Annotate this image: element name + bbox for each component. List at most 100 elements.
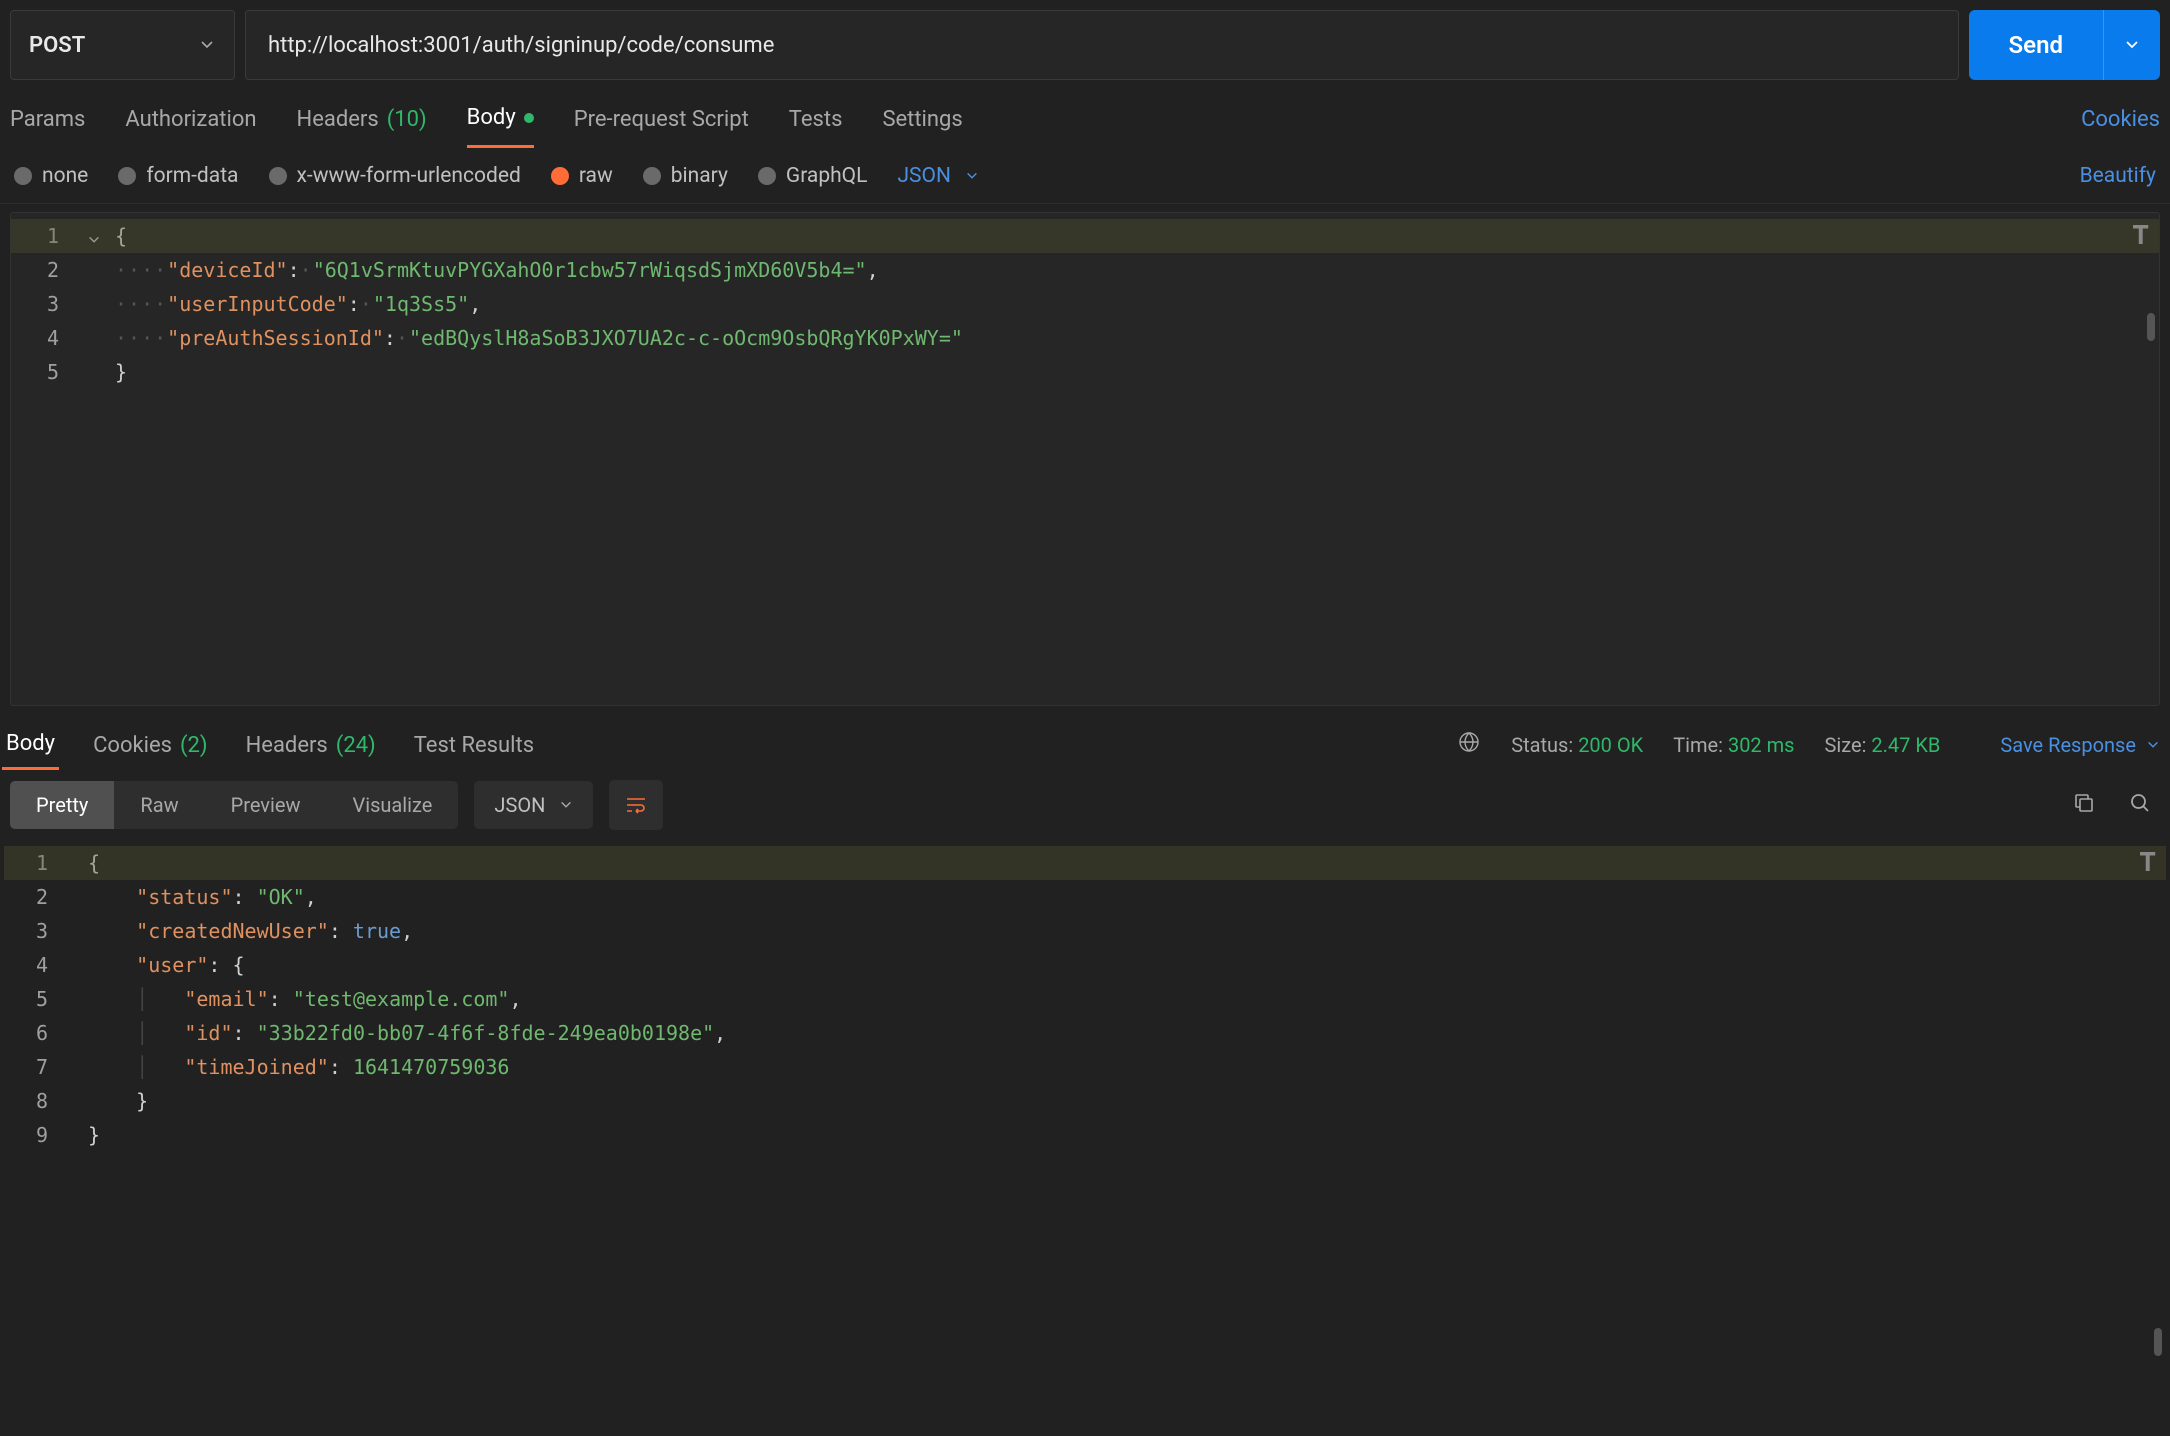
globe-icon[interactable] — [1457, 730, 1481, 760]
line-gutter: 1 2 3 4 5 — [11, 213, 73, 705]
line-number: 1 — [4, 846, 48, 880]
view-mode-pretty-label: Pretty — [36, 793, 88, 817]
tab-authorization-label: Authorization — [125, 107, 256, 132]
beautify-button[interactable]: Beautify — [2080, 164, 2156, 188]
fold-toggle-icon[interactable] — [87, 223, 101, 257]
line-number: 9 — [4, 1118, 48, 1152]
search-button[interactable] — [2120, 783, 2160, 827]
radio-icon — [758, 167, 776, 185]
body-format-select[interactable]: JSON — [897, 164, 978, 188]
body-type-graphql-label: GraphQL — [786, 164, 868, 188]
url-value: http://localhost:3001/auth/signinup/code… — [268, 33, 774, 58]
body-type-formdata-label: form-data — [146, 164, 238, 188]
response-tab-cookies[interactable]: Cookies (2) — [89, 720, 212, 770]
view-mode-visualize[interactable]: Visualize — [326, 781, 458, 829]
radio-icon — [643, 167, 661, 185]
tab-params[interactable]: Params — [10, 90, 85, 148]
line-number: 2 — [4, 880, 48, 914]
response-tab-headers-count: (24) — [336, 733, 376, 758]
response-tab-cookies-label: Cookies — [93, 733, 172, 758]
line-number: 3 — [11, 287, 59, 321]
copy-button[interactable] — [2064, 783, 2104, 827]
http-method-select[interactable]: POST — [10, 10, 235, 80]
time-label: Time: — [1673, 733, 1723, 757]
tab-body-label: Body — [467, 105, 516, 130]
url-input[interactable]: http://localhost:3001/auth/signinup/code… — [245, 10, 1959, 80]
json-value: "edBQyslH8aSoB3JXO7UA2c-c-oOcm9OsbQRgYK0… — [409, 326, 963, 350]
body-type-raw[interactable]: raw — [551, 164, 613, 188]
body-type-binary-label: binary — [671, 164, 728, 188]
line-number: 1 — [11, 219, 59, 253]
cookies-link-label: Cookies — [2081, 107, 2160, 132]
tab-tests[interactable]: Tests — [789, 90, 843, 148]
line-number: 5 — [11, 355, 59, 389]
chevron-down-icon — [559, 798, 573, 812]
send-button[interactable]: Send — [1969, 10, 2103, 80]
tab-settings[interactable]: Settings — [882, 90, 962, 148]
json-key: "id" — [184, 1021, 232, 1045]
tab-prerequest[interactable]: Pre-request Script — [574, 90, 749, 148]
tab-params-label: Params — [10, 107, 85, 132]
code-area[interactable]: { "status": "OK", "createdNewUser": true… — [62, 840, 2166, 1360]
body-type-urlencoded[interactable]: x-www-form-urlencoded — [269, 164, 521, 188]
line-number: 6 — [4, 1016, 48, 1050]
response-tab-cookies-count: (2) — [180, 733, 208, 758]
line-number: 4 — [11, 321, 59, 355]
chevron-down-icon — [965, 169, 979, 183]
json-key: "timeJoined" — [184, 1055, 329, 1079]
response-status: Status: 200 OK Time: 302 ms Size: 2.47 K… — [1511, 733, 1940, 757]
view-mode-pretty[interactable]: Pretty — [10, 781, 114, 829]
body-type-formdata[interactable]: form-data — [118, 164, 238, 188]
tab-authorization[interactable]: Authorization — [125, 90, 256, 148]
view-mode-preview[interactable]: Preview — [205, 781, 327, 829]
wrap-lines-button[interactable] — [609, 780, 663, 830]
send-button-group: Send — [1969, 10, 2160, 80]
save-response-button[interactable]: Save Response — [2000, 733, 2160, 757]
request-body-editor[interactable]: 1 2 3 4 5 { ····"deviceId":·"6Q1vSrmKtuv… — [10, 212, 2160, 706]
tab-headers[interactable]: Headers (10) — [297, 90, 427, 148]
body-format-label: JSON — [897, 164, 950, 188]
body-type-graphql[interactable]: GraphQL — [758, 164, 868, 188]
http-method-value: POST — [29, 33, 85, 58]
json-value: "1q3Ss5" — [373, 292, 469, 316]
response-tab-testresults[interactable]: Test Results — [410, 720, 538, 770]
json-key: "deviceId" — [167, 258, 287, 282]
scrollbar[interactable] — [2147, 313, 2155, 341]
chevron-down-icon — [2146, 738, 2160, 752]
line-gutter: 1 2 3 4 5 6 7 8 9 — [4, 840, 62, 1360]
line-number: 8 — [4, 1084, 48, 1118]
tab-headers-label: Headers — [297, 107, 379, 132]
line-number: 3 — [4, 914, 48, 948]
tab-body[interactable]: Body — [467, 90, 534, 148]
beautify-label: Beautify — [2080, 164, 2156, 188]
code-area[interactable]: { ····"deviceId":·"6Q1vSrmKtuvPYGXahO0r1… — [73, 213, 2159, 705]
json-value: "6Q1vSrmKtuvPYGXahO0r1cbw57rWiqsdSjmXD60… — [313, 258, 867, 282]
line-number: 5 — [4, 982, 48, 1016]
response-format-select[interactable]: JSON — [474, 781, 593, 829]
line-number: 7 — [4, 1050, 48, 1084]
response-tab-headers-label: Headers — [246, 733, 328, 758]
json-value: 1641470759036 — [353, 1055, 510, 1079]
time-value: 302 ms — [1728, 733, 1795, 757]
json-value: "33b22fd0-bb07-4f6f-8fde-249ea0b0198e" — [257, 1021, 715, 1045]
response-body-editor[interactable]: 1 2 3 4 5 6 7 8 9 { "status": "OK", "cre… — [4, 840, 2166, 1360]
send-options-button[interactable] — [2103, 10, 2160, 80]
tab-prerequest-label: Pre-request Script — [574, 107, 749, 132]
response-tab-headers[interactable]: Headers (24) — [242, 720, 380, 770]
view-mode-visualize-label: Visualize — [352, 793, 432, 817]
view-mode-raw[interactable]: Raw — [114, 781, 204, 829]
cookies-link[interactable]: Cookies — [2081, 107, 2160, 132]
response-format-label: JSON — [494, 793, 545, 817]
scrollbar[interactable] — [2154, 1328, 2162, 1356]
view-mode-raw-label: Raw — [140, 793, 178, 817]
radio-icon — [14, 167, 32, 185]
send-button-label: Send — [2009, 31, 2063, 59]
body-type-binary[interactable]: binary — [643, 164, 728, 188]
view-mode-row: Pretty Raw Preview Visualize JSON — [0, 770, 2170, 840]
body-type-none[interactable]: none — [14, 164, 88, 188]
body-type-raw-label: raw — [579, 164, 613, 188]
radio-icon — [551, 167, 569, 185]
json-key: "user" — [136, 953, 208, 977]
json-value: true — [353, 919, 401, 943]
response-tab-body[interactable]: Body — [2, 720, 59, 770]
